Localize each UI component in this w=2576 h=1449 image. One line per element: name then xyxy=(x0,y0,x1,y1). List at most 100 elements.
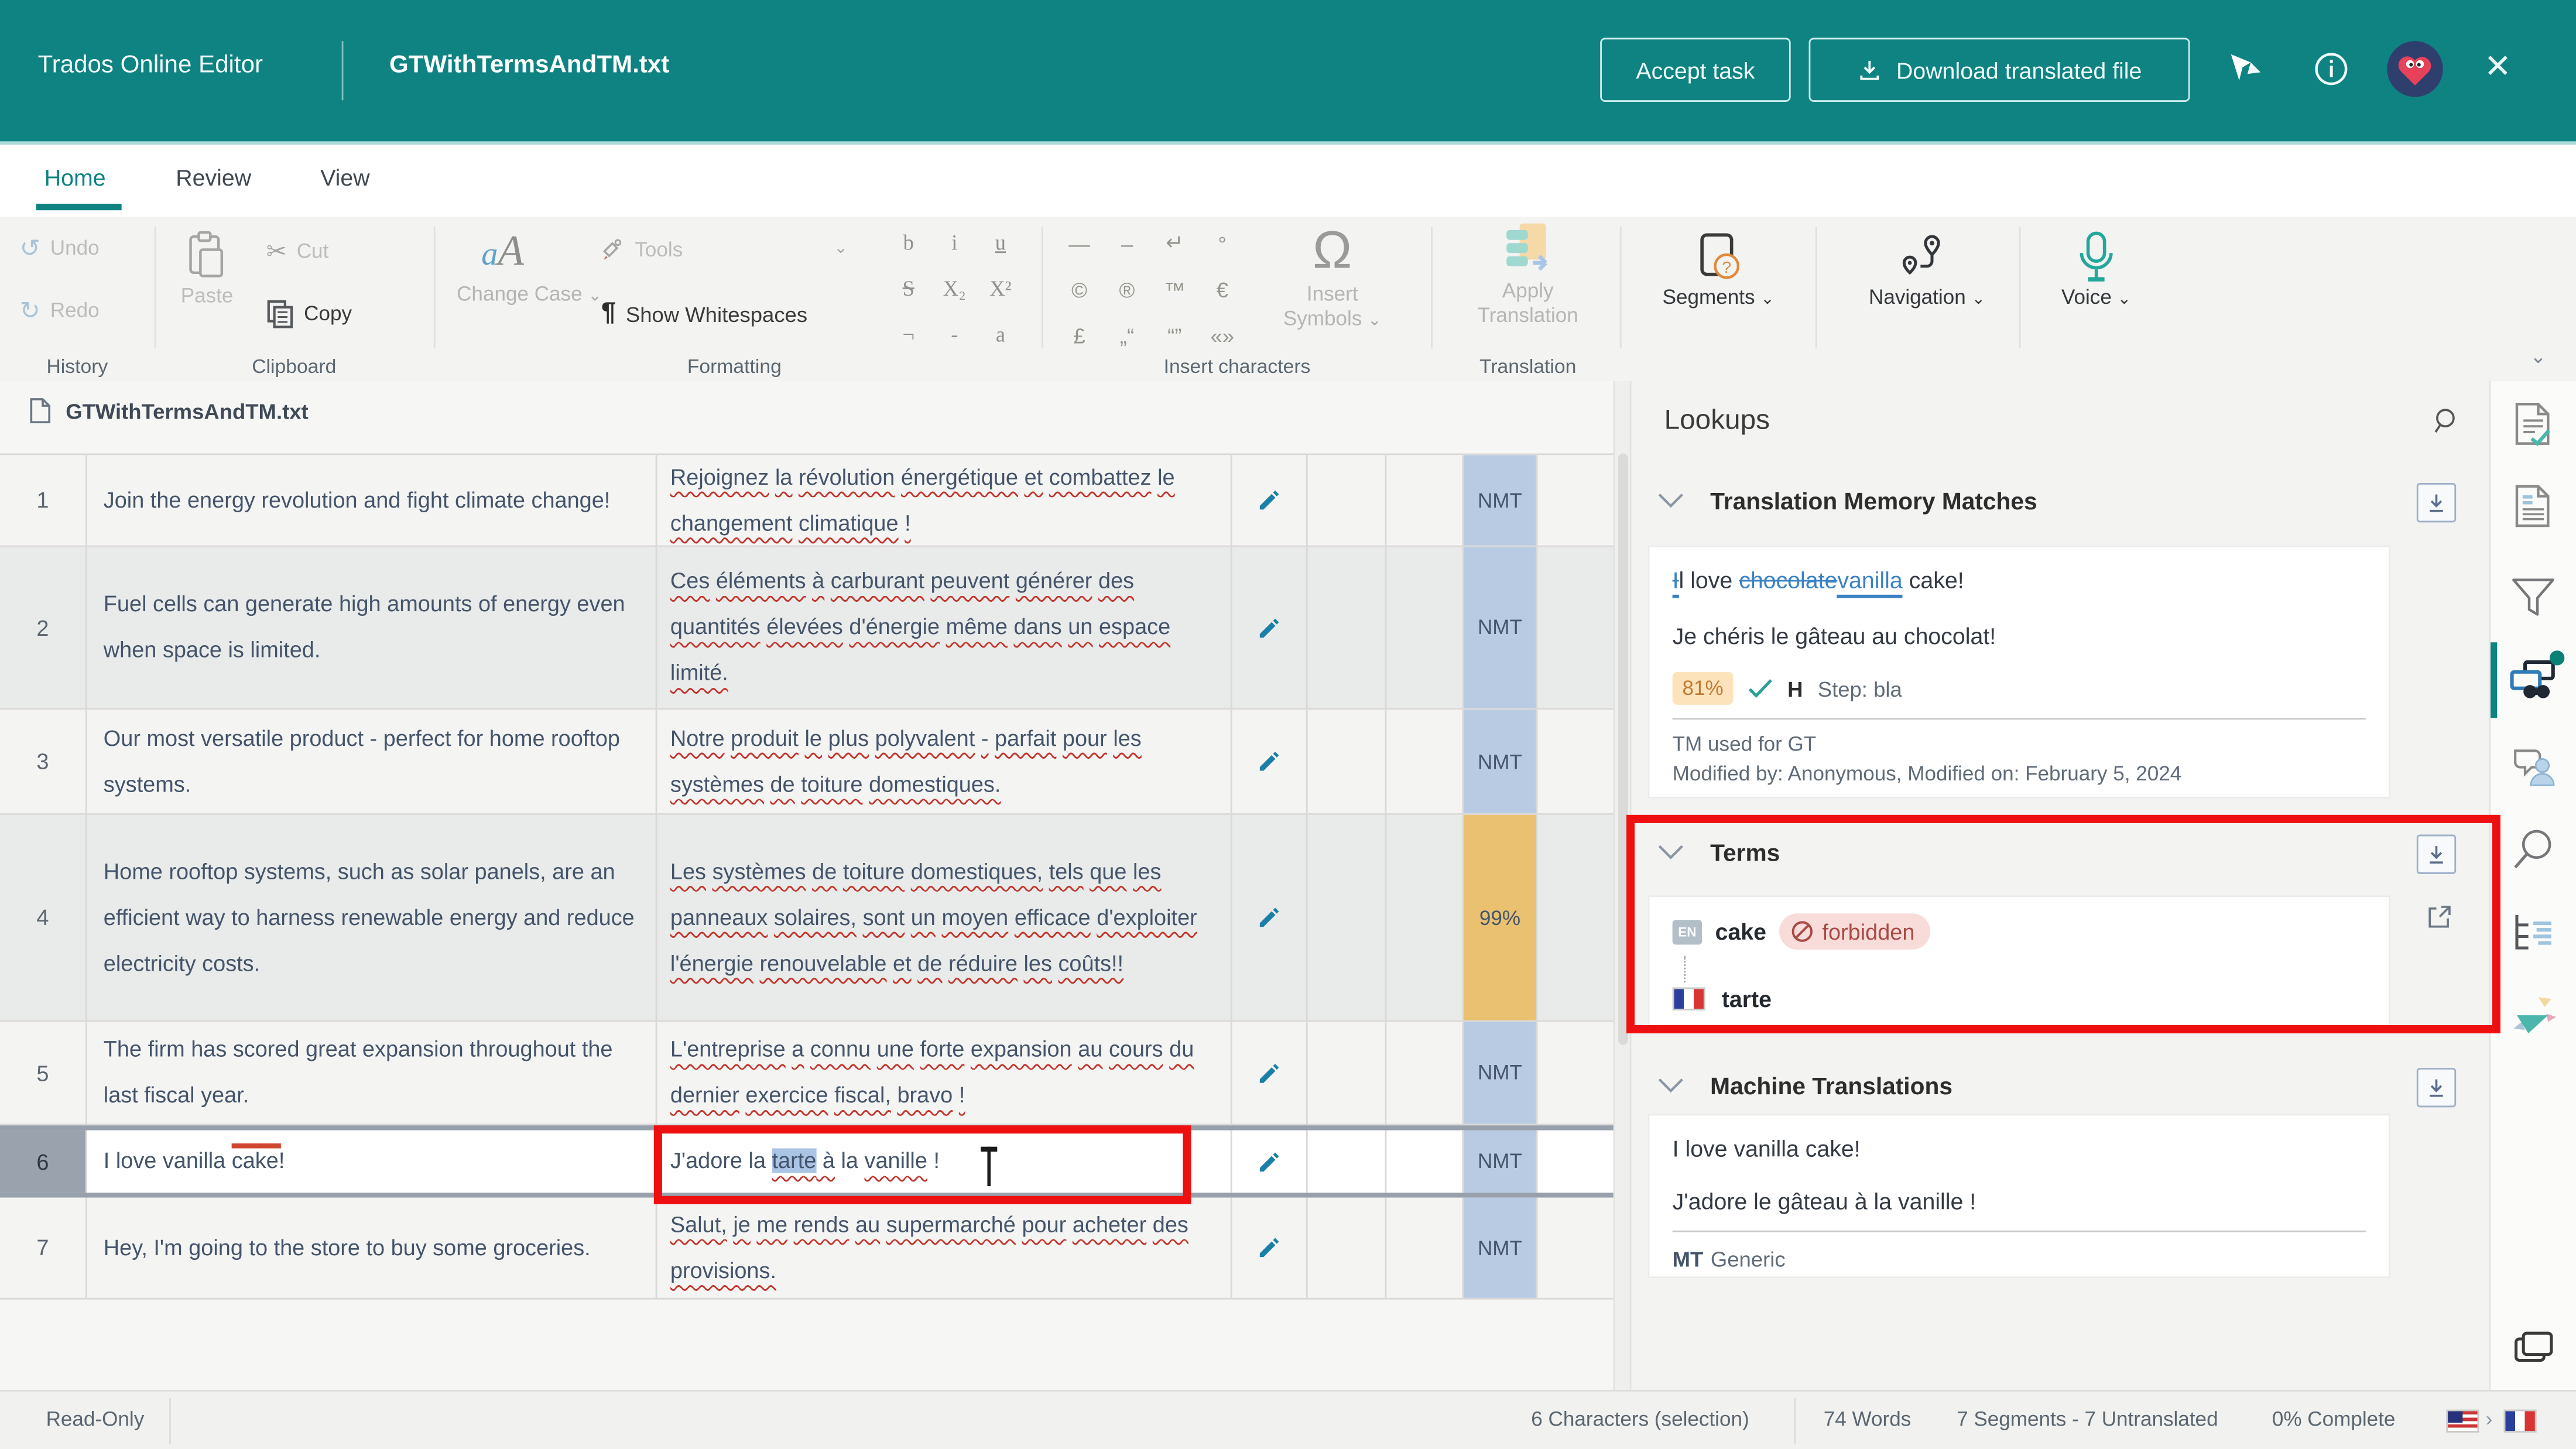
format-button-1[interactable]: i xyxy=(933,224,976,263)
format-button-5[interactable]: X² xyxy=(979,269,1022,309)
comments-icon[interactable] xyxy=(2510,744,2557,787)
format-button-3[interactable]: S xyxy=(887,269,930,309)
term-external-link-icon[interactable] xyxy=(2427,903,2453,930)
tm-step: Step: bla xyxy=(1818,676,1902,701)
format-button-8[interactable]: a xyxy=(979,316,1022,355)
insert-character-button[interactable]: – xyxy=(1106,224,1149,263)
source-cell[interactable]: Home rooftop systems, such as solar pane… xyxy=(87,815,657,1020)
target-cell[interactable]: L'entreprise a connu une forte expansion… xyxy=(657,1022,1232,1123)
tm-match-card[interactable]: Il love chocolatevanilla cake! Je chéris… xyxy=(1648,546,2390,799)
empty-cell xyxy=(1538,455,1623,545)
voice-button[interactable]: Voice ⌄ xyxy=(2047,230,2145,312)
edit-state-cell[interactable] xyxy=(1232,1131,1308,1193)
translation-origin-cell: NMT xyxy=(1464,1131,1537,1193)
preview-document-icon[interactable] xyxy=(2512,401,2555,447)
pencil-icon xyxy=(1255,1147,1283,1176)
segments-button[interactable]: ? Segments ⌄ xyxy=(1659,230,1777,312)
source-cell[interactable]: Join the energy revolution and fight cli… xyxy=(87,455,657,545)
accept-task-button[interactable]: Accept task xyxy=(1600,38,1791,102)
source-cell[interactable]: I love vanilla cake! xyxy=(87,1131,657,1193)
tab-review[interactable]: Review xyxy=(173,157,255,197)
source-cell[interactable]: Hey, I'm going to the store to buy some … xyxy=(87,1198,657,1298)
terms-collapse-chevron[interactable] xyxy=(1657,844,1684,861)
copy-button[interactable]: Copy xyxy=(266,299,352,329)
terms-card[interactable]: EN cake forbidden tarte xyxy=(1648,895,2390,1030)
edit-state-cell[interactable] xyxy=(1232,455,1308,545)
trados-online-editor: Trados Online Editor GTWithTermsAndTM.tx… xyxy=(0,0,2576,1449)
mt-provider-code: MT xyxy=(1673,1247,1704,1272)
format-button-0[interactable]: b xyxy=(887,224,930,263)
insert-character-button[interactable]: ® xyxy=(1106,269,1149,309)
insert-character-button[interactable]: € xyxy=(1201,269,1244,309)
apply-translation-button[interactable]: Apply Translation xyxy=(1472,220,1584,328)
format-button-7[interactable]: - xyxy=(933,316,976,355)
edit-state-cell[interactable] xyxy=(1232,547,1308,708)
lookups-panel-icon[interactable] xyxy=(2509,659,2558,701)
stacked-windows-icon[interactable] xyxy=(2513,1331,2553,1364)
filter-icon[interactable] xyxy=(2510,577,2557,619)
format-button-4[interactable]: X₂ xyxy=(933,269,976,309)
change-case-button[interactable]: aA Change Case ⌄ xyxy=(457,227,549,309)
cut-button[interactable]: ✂Cut xyxy=(266,237,329,266)
insert-character-button[interactable]: — xyxy=(1058,224,1101,263)
terms-section-header: Terms xyxy=(1631,835,2491,884)
empty-cell xyxy=(1308,547,1387,708)
navigation-button[interactable]: Navigation ⌄ xyxy=(1866,230,1988,312)
insert-character-button[interactable]: ° xyxy=(1201,224,1244,263)
tm-section-header: Translation Memory Matches xyxy=(1631,483,2491,532)
tm-apply-icon[interactable] xyxy=(2417,483,2456,522)
source-language-flag xyxy=(2446,1410,2479,1433)
tools-button[interactable]: Tools⌄ xyxy=(601,237,848,261)
collapse-ribbon-chevron[interactable]: ⌄ xyxy=(2530,345,2546,368)
terms-apply-icon[interactable] xyxy=(2417,835,2456,874)
document-structure-icon[interactable] xyxy=(2510,912,2557,954)
whats-new-icon[interactable] xyxy=(2221,44,2270,94)
insert-character-button[interactable]: £ xyxy=(1058,316,1101,355)
redo-button[interactable]: ↻Redo xyxy=(20,296,100,326)
tm-collapse-chevron[interactable] xyxy=(1657,493,1684,509)
undo-button[interactable]: ↺Undo xyxy=(20,233,100,263)
user-avatar[interactable] xyxy=(2387,41,2443,97)
insert-character-button[interactable]: ↵ xyxy=(1153,224,1196,263)
insert-character-button[interactable]: „“ xyxy=(1106,316,1149,355)
source-cell[interactable]: Our most versatile product - perfect for… xyxy=(87,710,657,813)
pencil-icon xyxy=(1255,748,1283,776)
mt-apply-icon[interactable] xyxy=(2417,1068,2456,1107)
target-cell[interactable]: Salut, je me rends au supermarché pour a… xyxy=(657,1198,1232,1298)
download-translated-file-button[interactable]: Download translated file xyxy=(1809,38,2190,102)
tab-home[interactable]: Home xyxy=(41,157,109,197)
edit-state-cell[interactable] xyxy=(1232,815,1308,1020)
insert-character-button[interactable]: ™ xyxy=(1153,269,1196,309)
term-connector xyxy=(1684,956,1686,982)
edit-state-cell[interactable] xyxy=(1232,710,1308,813)
edit-state-cell[interactable] xyxy=(1232,1022,1308,1123)
mt-collapse-chevron[interactable] xyxy=(1657,1078,1684,1094)
source-cell[interactable]: Fuel cells can generate high amounts of … xyxy=(87,547,657,708)
insert-character-button[interactable]: “” xyxy=(1153,316,1196,355)
insert-character-button[interactable]: «» xyxy=(1201,316,1244,355)
mt-card[interactable]: I love vanilla cake! J'adore le gâteau à… xyxy=(1648,1114,2390,1279)
close-icon[interactable]: ✕ xyxy=(2484,46,2512,87)
read-only-status: Read-Only xyxy=(46,1408,145,1431)
format-button-6[interactable]: ¬ xyxy=(887,316,930,355)
target-cell[interactable]: J'adore la tarte à la vanille ! xyxy=(657,1131,1232,1193)
lookups-search-icon[interactable] xyxy=(2433,407,2461,436)
file-details-icon[interactable] xyxy=(2512,483,2555,529)
find-replace-icon[interactable] xyxy=(2512,828,2555,871)
info-icon[interactable] xyxy=(2307,44,2356,94)
paste-button[interactable]: Paste xyxy=(171,230,243,307)
target-cell[interactable]: Notre produit le plus polyvalent - parfa… xyxy=(657,710,1232,813)
target-cell[interactable]: Rejoignez la révolution énergétique et c… xyxy=(657,455,1232,545)
target-cell[interactable]: Les systèmes de toiture domestiques, tel… xyxy=(657,815,1232,1020)
tab-view[interactable]: View xyxy=(317,157,374,197)
show-whitespaces-button[interactable]: ¶ Show Whitespaces xyxy=(601,299,807,329)
target-cell[interactable]: Ces éléments à carburant peuvent générer… xyxy=(657,547,1232,708)
language-weaver-logo-icon[interactable] xyxy=(2509,991,2558,1040)
insert-symbols-button[interactable]: Ω Insert Symbols ⌄ xyxy=(1278,217,1386,333)
source-cell[interactable]: The firm has scored great expansion thro… xyxy=(87,1022,657,1123)
document-scrollbar[interactable] xyxy=(1614,381,1632,1390)
edit-state-cell[interactable] xyxy=(1232,1198,1308,1298)
empty-cell xyxy=(1308,710,1387,813)
format-button-2[interactable]: u xyxy=(979,224,1022,263)
insert-character-button[interactable]: © xyxy=(1058,269,1101,309)
